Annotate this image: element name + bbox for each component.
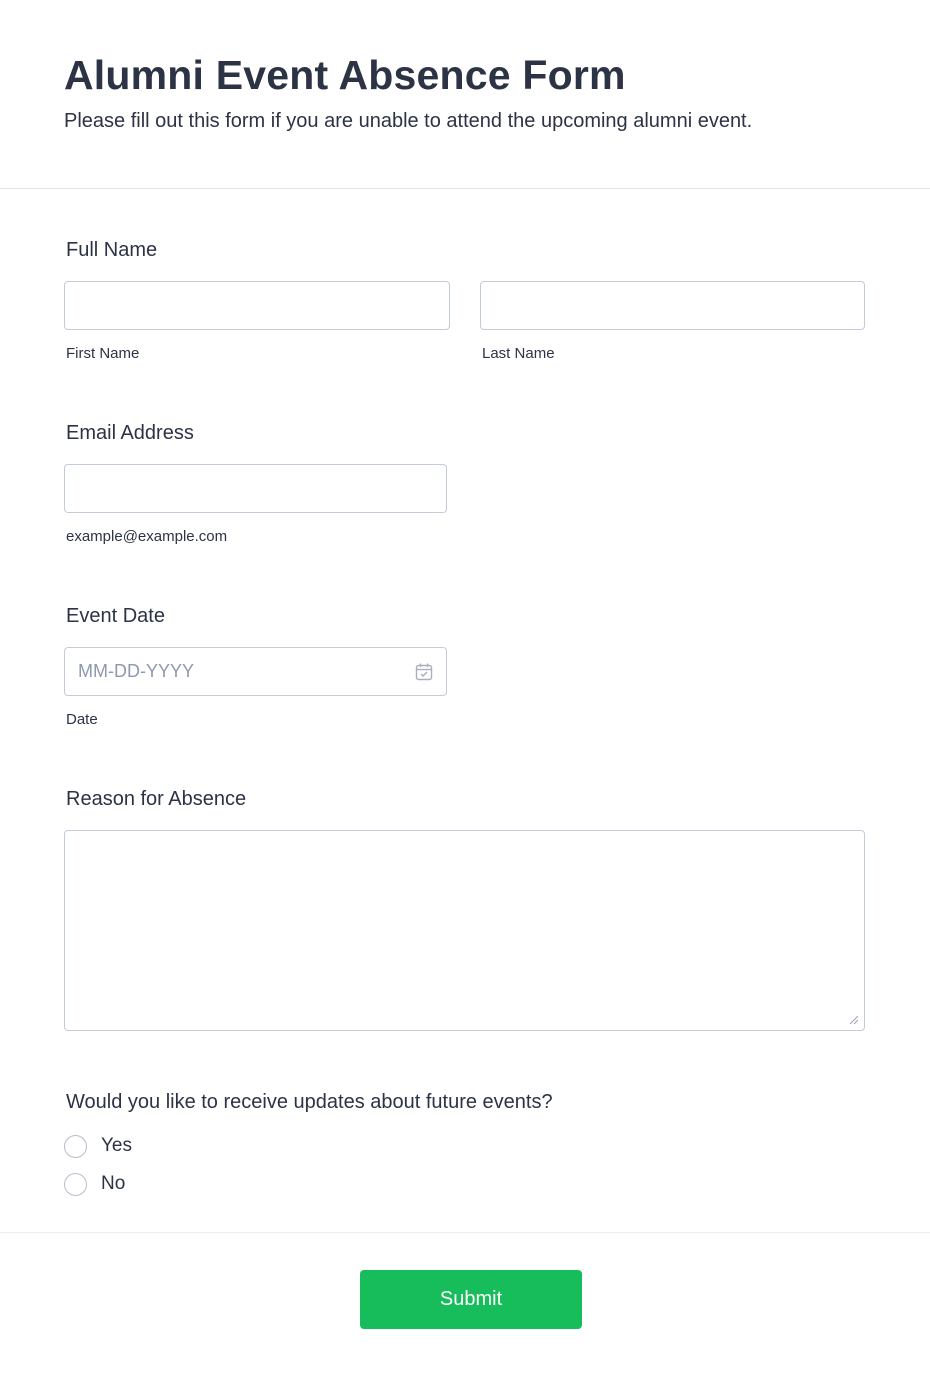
email-label: Email Address (66, 422, 194, 444)
form-header: Alumni Event Absence Form Please fill ou… (0, 0, 930, 189)
radio-button-no[interactable] (64, 1172, 87, 1196)
reason-textarea[interactable] (64, 830, 865, 1031)
footer-divider (0, 1232, 930, 1233)
radio-label-yes: Yes (101, 1135, 132, 1156)
full-name-label: Full Name (66, 239, 158, 261)
email-sublabel: example@example.com (66, 528, 228, 545)
updates-question: Would you like to receive updates about … (66, 1091, 553, 1113)
form-title: Alumni Event Absence Form (64, 52, 626, 98)
radio-label-no: No (101, 1173, 126, 1194)
resize-grip-icon[interactable] (849, 1015, 859, 1025)
calendar-icon[interactable] (414, 662, 434, 682)
submit-button[interactable]: Submit (360, 1270, 582, 1329)
first-name-sublabel: First Name (66, 345, 140, 362)
event-date-sublabel: Date (66, 711, 98, 728)
event-date-input[interactable] (64, 647, 447, 696)
last-name-sublabel: Last Name (482, 345, 555, 362)
form-subtitle: Please fill out this form if you are una… (64, 110, 753, 132)
event-date-label: Event Date (66, 605, 165, 627)
radio-option-yes[interactable]: Yes (64, 1133, 132, 1159)
last-name-input[interactable] (480, 281, 865, 330)
first-name-input[interactable] (64, 281, 450, 330)
radio-option-no[interactable]: No (64, 1171, 125, 1197)
email-field[interactable] (64, 464, 447, 513)
radio-button-yes[interactable] (64, 1134, 87, 1158)
reason-label: Reason for Absence (66, 788, 247, 810)
